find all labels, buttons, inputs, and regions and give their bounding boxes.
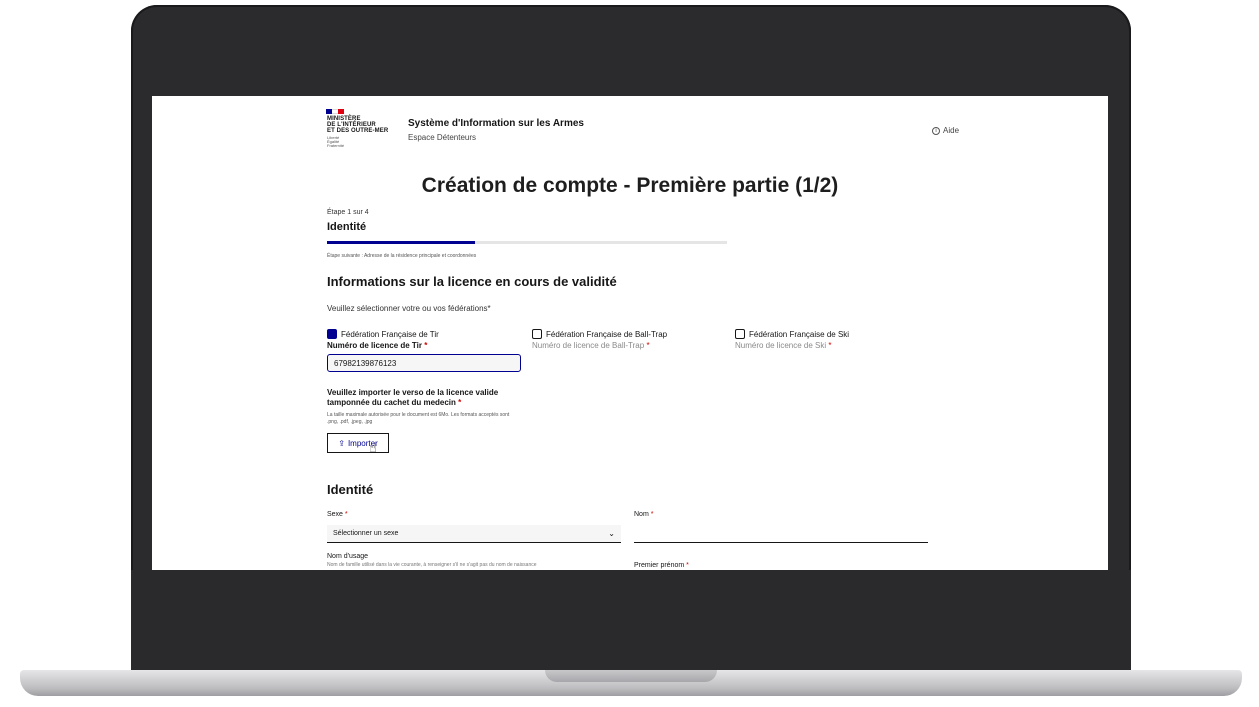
ministry-logo[interactable]: MINISTÈRE DE L'INTÉRIEUR ET DES OUTRE-ME… bbox=[327, 116, 388, 134]
nom-label: Nom * bbox=[634, 511, 654, 518]
step-count: Étape 1 sur 4 bbox=[327, 209, 369, 216]
upload-icon: ⇪ bbox=[338, 438, 345, 448]
pointer-cursor-icon: ☝ bbox=[369, 440, 377, 455]
info-icon: i bbox=[932, 126, 940, 135]
federations-prompt: Veuillez sélectionner votre ou vos fédér… bbox=[327, 304, 491, 313]
usage-name-label: Nom d'usage bbox=[327, 553, 369, 560]
licence-section-title: Informations sur la licence en cours de … bbox=[327, 274, 617, 289]
nom-input[interactable] bbox=[634, 525, 928, 543]
laptop-bezel bbox=[131, 570, 1131, 670]
checkbox-checked-icon[interactable] bbox=[327, 329, 337, 339]
site-subtitle: Espace Détenteurs bbox=[408, 133, 477, 142]
next-step-label: Étape suivante : Adresse de la résidence… bbox=[327, 253, 477, 259]
step-title: Identité bbox=[327, 221, 367, 233]
help-link[interactable]: i Aide bbox=[932, 126, 959, 135]
site-title[interactable]: Système d'Information sur les Armes bbox=[408, 118, 584, 129]
licence-ball-trap-label: Numéro de licence de Ball-Trap * bbox=[532, 341, 650, 350]
licence-tir-label: Numéro de licence de Tir * bbox=[327, 341, 428, 350]
prenom-label: Premier prénom * bbox=[634, 562, 689, 569]
upload-label: Veuillez importer le verso de la licence… bbox=[327, 388, 499, 407]
federation-tir-checkbox[interactable]: Fédération Française de Tir bbox=[327, 329, 439, 339]
import-button[interactable]: ⇪ Importer bbox=[327, 433, 389, 453]
federation-ball-trap-checkbox[interactable]: Fédération Française de Ball-Trap bbox=[532, 329, 667, 339]
identity-section-title: Identité bbox=[327, 482, 374, 497]
sexe-label: Sexe * bbox=[327, 511, 348, 518]
laptop-notch bbox=[545, 670, 717, 682]
licence-tir-input[interactable] bbox=[327, 354, 521, 372]
checkbox-icon[interactable] bbox=[532, 329, 542, 339]
sexe-select[interactable]: Sélectionner un sexe ⌄ bbox=[327, 525, 621, 543]
republic-flag-icon bbox=[326, 109, 344, 114]
republic-motto: Liberté Égalité Fraternité bbox=[327, 135, 345, 148]
browser-screen: MINISTÈRE DE L'INTÉRIEUR ET DES OUTRE-ME… bbox=[152, 96, 1108, 570]
chevron-down-icon: ⌄ bbox=[608, 529, 615, 538]
upload-hint: La taille maximale autorisée pour le doc… bbox=[327, 412, 510, 425]
help-label: Aide bbox=[943, 126, 960, 135]
usage-name-hint: Nom de famille utilisé dans la vie coura… bbox=[327, 562, 537, 568]
federation-ski-checkbox[interactable]: Fédération Française de Ski bbox=[735, 329, 849, 339]
stepper-progress bbox=[327, 241, 475, 244]
page-title: Création de compte - Première partie (1/… bbox=[421, 174, 839, 197]
licence-ski-label: Numéro de licence de Ski * bbox=[735, 341, 832, 350]
checkbox-icon[interactable] bbox=[735, 329, 745, 339]
